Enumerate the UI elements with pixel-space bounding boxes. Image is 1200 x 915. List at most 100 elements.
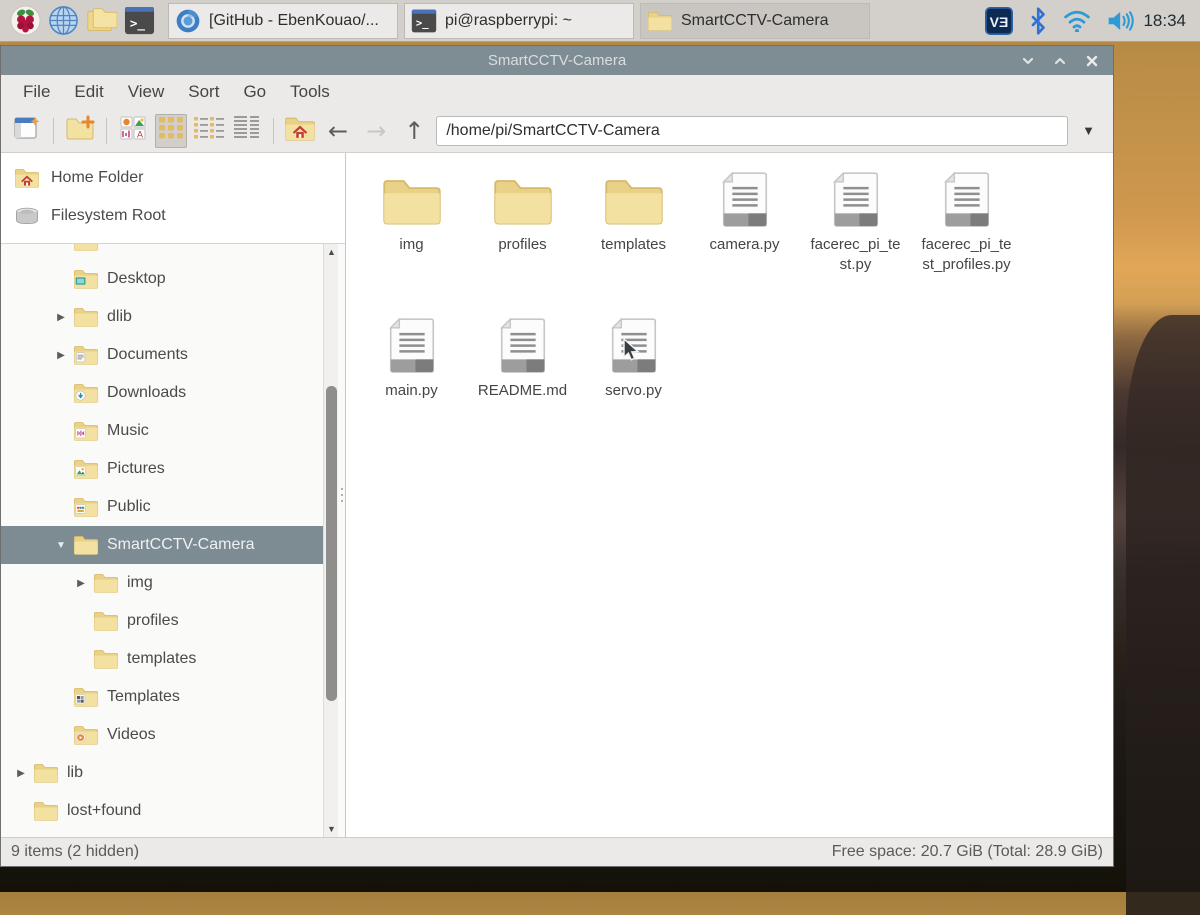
places-list: Home Folder Filesystem Root: [1, 153, 345, 244]
wifi-indicator[interactable]: [1063, 9, 1091, 33]
file-servo.py[interactable]: servo.py: [578, 311, 689, 457]
chevron-expanded-icon[interactable]: ▼: [55, 540, 67, 551]
minimize-button[interactable]: [1017, 50, 1039, 72]
chevron-collapsed-icon[interactable]: ▶: [55, 312, 67, 323]
path-dropdown-button[interactable]: ▼: [1074, 123, 1103, 138]
menu-view[interactable]: View: [116, 82, 177, 102]
menu-launcher[interactable]: [6, 3, 44, 39]
folder-icon: [93, 648, 119, 670]
new-folder-button[interactable]: [64, 114, 96, 148]
tree-item-public[interactable]: Public: [1, 488, 323, 526]
icon-view-button[interactable]: [155, 113, 187, 148]
tree-item-videos[interactable]: Videos: [1, 716, 323, 754]
terminal-launcher[interactable]: >_: [120, 3, 158, 39]
home-folder-icon: [13, 167, 41, 189]
pane-splitter[interactable]: [338, 153, 345, 837]
chevron-collapsed-icon[interactable]: ▶: [15, 768, 27, 779]
file-readme.md[interactable]: README.md: [467, 311, 578, 457]
tree-item-partial[interactable]: [1, 830, 323, 837]
menu-file[interactable]: File: [11, 82, 62, 102]
chevron-collapsed-icon[interactable]: ▶: [55, 350, 67, 361]
tree-item-desktop[interactable]: Desktop: [1, 260, 323, 298]
file-name: facerec_pi_test.py: [810, 236, 901, 274]
folder-img[interactable]: img: [356, 165, 467, 311]
tree-item-dlib[interactable]: ▶ dlib: [1, 298, 323, 336]
tree-item-label: Documents: [107, 346, 188, 363]
path-input[interactable]: [436, 115, 1069, 146]
vnc-icon: VƎ: [984, 6, 1013, 35]
file-facerec_pi_test_profiles.py[interactable]: facerec_pi_test_profiles.py: [911, 165, 1022, 311]
tree-item-smartcctv-camera[interactable]: ▼ SmartCCTV-Camera: [1, 526, 323, 564]
folder-icon: [73, 420, 99, 442]
bluetooth-indicator[interactable]: [1029, 6, 1047, 35]
tree-item-lib[interactable]: ▶ lib: [1, 754, 323, 792]
window-title: SmartCCTV-Camera: [487, 52, 627, 69]
window-titlebar[interactable]: SmartCCTV-Camera: [1, 46, 1113, 75]
scroll-down-icon[interactable]: ▼: [324, 821, 339, 837]
tree-item-label: lost+found: [67, 802, 142, 819]
volume-indicator[interactable]: [1107, 9, 1135, 33]
detailed-view-button[interactable]: [231, 114, 263, 148]
file-camera.py[interactable]: camera.py: [689, 165, 800, 311]
forward-button[interactable]: →: [360, 119, 392, 143]
menu-sort[interactable]: Sort: [176, 82, 231, 102]
back-button[interactable]: ←: [322, 119, 354, 143]
thumbnail-view-button[interactable]: A: [117, 114, 149, 148]
file-icon: [388, 315, 435, 373]
up-button[interactable]: ↑: [398, 119, 430, 143]
tree-item-downloads[interactable]: Downloads: [1, 374, 323, 412]
folder-profiles[interactable]: profiles: [467, 165, 578, 311]
compact-view-button[interactable]: [193, 114, 225, 148]
tree-item-lost+found[interactable]: lost+found: [1, 792, 323, 830]
file-main.py[interactable]: main.py: [356, 311, 467, 457]
menu-edit[interactable]: Edit: [62, 82, 115, 102]
folder-icon: [73, 724, 99, 746]
browser-launcher[interactable]: [44, 3, 82, 39]
file-icon: [943, 169, 990, 227]
file-facerec_pi_test.py[interactable]: facerec_pi_test.py: [800, 165, 911, 311]
tree-item-label: Pictures: [107, 460, 165, 477]
tree-item-pictures[interactable]: Pictures: [1, 450, 323, 488]
taskbar-task[interactable]: >_ pi@raspberrypi: ~: [404, 2, 634, 39]
svg-text:A: A: [137, 130, 143, 140]
task-label: pi@raspberrypi: ~: [445, 11, 572, 29]
file-manager-launcher[interactable]: [82, 3, 120, 39]
tree-item-profiles[interactable]: profiles: [1, 602, 323, 640]
folder-icon: [73, 268, 99, 290]
maximize-button[interactable]: [1049, 50, 1071, 72]
folder-icon: [33, 762, 59, 784]
taskbar-task[interactable]: SmartCCTV-Camera: [640, 2, 870, 39]
disk-icon: [13, 207, 41, 225]
close-button[interactable]: [1081, 50, 1103, 72]
file-view[interactable]: img profiles templates camera.py facerec…: [346, 153, 1113, 837]
place-filesystem-root[interactable]: Filesystem Root: [1, 197, 345, 235]
folder-icon: [647, 10, 673, 32]
vnc-indicator[interactable]: VƎ: [984, 6, 1013, 35]
file-name: camera.py: [709, 236, 780, 253]
tree-item-documents[interactable]: ▶ Documents: [1, 336, 323, 374]
svg-text:>_: >_: [129, 15, 145, 31]
place-home-folder[interactable]: Home Folder: [1, 159, 345, 197]
tree-item-music[interactable]: Music: [1, 412, 323, 450]
icon-view-icon: [157, 115, 185, 146]
tree-item-partial[interactable]: [1, 244, 323, 260]
file-name: templates: [600, 236, 667, 253]
tree-scrollbar[interactable]: ▲ ▼: [323, 244, 338, 837]
folder-icon: [73, 244, 99, 252]
new-tab-button[interactable]: [11, 114, 43, 148]
home-button[interactable]: [284, 114, 316, 148]
tree-item-img[interactable]: ▶ img: [1, 564, 323, 602]
taskbar-task[interactable]: [GitHub - EbenKouao/...: [168, 2, 398, 39]
bluetooth-icon: [1029, 6, 1047, 35]
file-name: img: [399, 236, 424, 253]
menu-go[interactable]: Go: [231, 82, 278, 102]
scroll-up-icon[interactable]: ▲: [324, 244, 339, 260]
folder-templates[interactable]: templates: [578, 165, 689, 311]
tree-item-templates[interactable]: Templates: [1, 678, 323, 716]
scrollbar-thumb[interactable]: [326, 386, 337, 701]
folder-icon: [73, 344, 99, 366]
tree-item-templates[interactable]: templates: [1, 640, 323, 678]
window-content: Home Folder Filesystem Root Desktop ▶ dli…: [1, 153, 1113, 837]
menu-tools[interactable]: Tools: [278, 82, 342, 102]
chevron-collapsed-icon[interactable]: ▶: [75, 578, 87, 589]
